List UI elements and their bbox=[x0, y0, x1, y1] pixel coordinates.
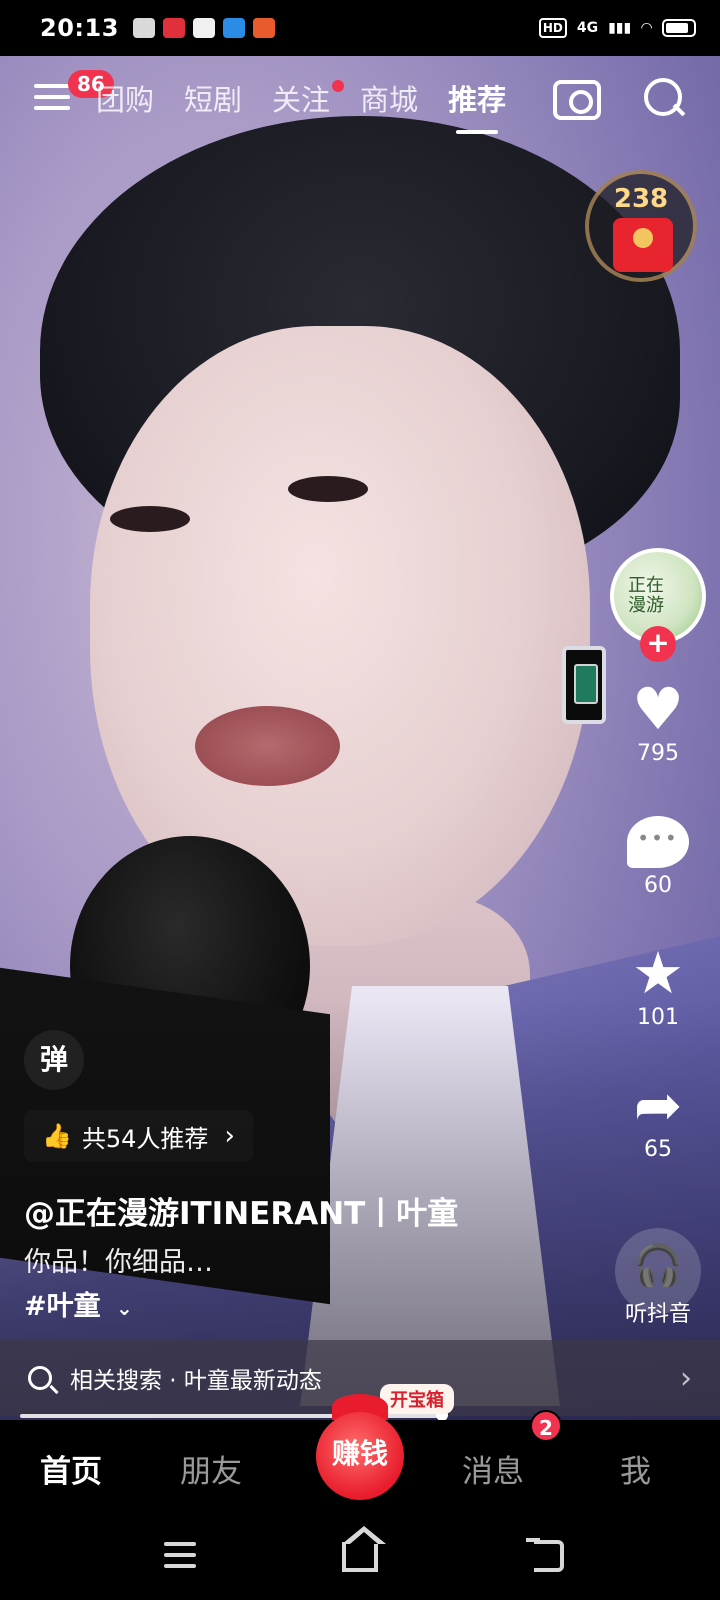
tab-mall[interactable]: 商城 bbox=[360, 78, 418, 122]
related-search-label: 相关搜索 · 叶童最新动态 bbox=[70, 1368, 322, 1394]
messages-badge: 2 bbox=[530, 1410, 562, 1442]
like-button[interactable]: ♥ 795 bbox=[610, 678, 706, 768]
avatar-logo-text: 正在 漫游 bbox=[628, 575, 664, 616]
notification-app-icon-2 bbox=[162, 18, 185, 38]
camera-icon[interactable] bbox=[553, 80, 601, 120]
red-envelope-icon bbox=[613, 218, 673, 272]
follow-plus-icon[interactable]: + bbox=[640, 626, 676, 662]
signal-icon: ▮▮▮ bbox=[608, 20, 632, 36]
feed-tabs: 团购 短剧 关注 商城 推荐 bbox=[96, 78, 536, 134]
thumbs-up-icon: 👍 bbox=[42, 1122, 72, 1150]
comment-count: 60 bbox=[644, 873, 672, 898]
like-count: 795 bbox=[637, 741, 679, 766]
chevron-right-icon: › bbox=[680, 1360, 692, 1396]
tab-group-buy[interactable]: 团购 bbox=[96, 78, 154, 122]
danmu-toggle[interactable]: 弹 bbox=[24, 1030, 84, 1090]
bottom-nav: 首页 朋友 赚钱 消息 2 我 bbox=[0, 1394, 720, 1520]
share-button[interactable]: ➦ 65 bbox=[610, 1074, 706, 1164]
menu-icon[interactable] bbox=[34, 84, 70, 114]
nav-home[interactable]: 首页 bbox=[40, 1446, 102, 1491]
tab-following-dot bbox=[332, 80, 345, 92]
nav-earn-button[interactable]: 赚钱 bbox=[316, 1412, 404, 1500]
star-icon: ★ bbox=[632, 939, 684, 1007]
chevron-right-icon: › bbox=[224, 1121, 235, 1151]
notification-app-icon-3 bbox=[192, 18, 215, 38]
tab-recommended[interactable]: 推荐 bbox=[448, 78, 506, 134]
video-subject-eye-right bbox=[288, 476, 368, 502]
listen-douyin-button[interactable]: 听抖音 bbox=[612, 1228, 704, 1328]
nav-me[interactable]: 我 bbox=[620, 1446, 651, 1491]
hashtag-link[interactable]: #叶童 ⌄ bbox=[24, 1284, 133, 1323]
treasure-chest-tag[interactable]: 开宝箱 bbox=[380, 1384, 454, 1414]
wifi-icon: ◠ bbox=[641, 20, 652, 36]
tab-following[interactable]: 关注 bbox=[272, 78, 345, 122]
notification-app-icon-5 bbox=[252, 18, 275, 38]
status-indicators: HD 4G ▮▮▮ ◠ bbox=[538, 18, 696, 38]
hashtag-text: #叶童 bbox=[24, 1291, 101, 1322]
video-subject-lips bbox=[195, 706, 340, 786]
chevron-down-icon: ⌄ bbox=[116, 1296, 133, 1320]
share-count: 65 bbox=[644, 1137, 672, 1162]
comment-icon bbox=[610, 810, 706, 872]
video-subject-eye-left bbox=[110, 506, 190, 532]
red-packet-count: 238 bbox=[613, 184, 669, 214]
recent-apps-icon[interactable] bbox=[164, 1542, 196, 1575]
search-icon bbox=[28, 1366, 52, 1390]
tab-short-drama[interactable]: 短剧 bbox=[184, 78, 242, 122]
recommend-text: 共54人推荐 bbox=[81, 1124, 209, 1153]
status-time: 20:13 bbox=[40, 14, 119, 42]
recommend-chip[interactable]: 👍 共54人推荐 › bbox=[24, 1110, 253, 1162]
network-indicator: 4G bbox=[576, 20, 599, 36]
home-icon[interactable] bbox=[342, 1526, 386, 1572]
status-bar: 20:13 HD 4G ▮▮▮ ◠ bbox=[0, 0, 720, 56]
notification-icons bbox=[132, 18, 275, 38]
top-nav: 86 团购 短剧 关注 商城 推荐 bbox=[0, 70, 720, 134]
hd-indicator: HD bbox=[538, 18, 567, 38]
nav-messages[interactable]: 消息 bbox=[462, 1446, 524, 1491]
nav-friends[interactable]: 朋友 bbox=[180, 1446, 242, 1491]
back-icon[interactable] bbox=[526, 1538, 564, 1572]
heart-icon: ♥ bbox=[632, 675, 684, 743]
favorite-button[interactable]: ★ 101 bbox=[610, 942, 706, 1032]
headphones-icon bbox=[615, 1228, 701, 1314]
comment-button[interactable]: 60 bbox=[610, 810, 706, 900]
share-arrow-icon: ➦ bbox=[633, 1071, 683, 1139]
battery-icon bbox=[662, 19, 696, 37]
tab-following-label: 关注 bbox=[272, 83, 331, 117]
author-name[interactable]: @正在漫游ITINERANT丨叶童 bbox=[24, 1188, 458, 1233]
favorite-count: 101 bbox=[637, 1005, 679, 1030]
red-packet-widget[interactable]: 238 bbox=[585, 170, 697, 282]
search-icon[interactable] bbox=[644, 78, 684, 118]
video-subject-earring bbox=[562, 646, 606, 724]
notification-app-icon-4 bbox=[222, 18, 245, 38]
video-caption: 你品！你细品… bbox=[24, 1247, 213, 1278]
system-nav-bar bbox=[0, 1520, 720, 1600]
notification-app-icon-1 bbox=[132, 18, 155, 38]
